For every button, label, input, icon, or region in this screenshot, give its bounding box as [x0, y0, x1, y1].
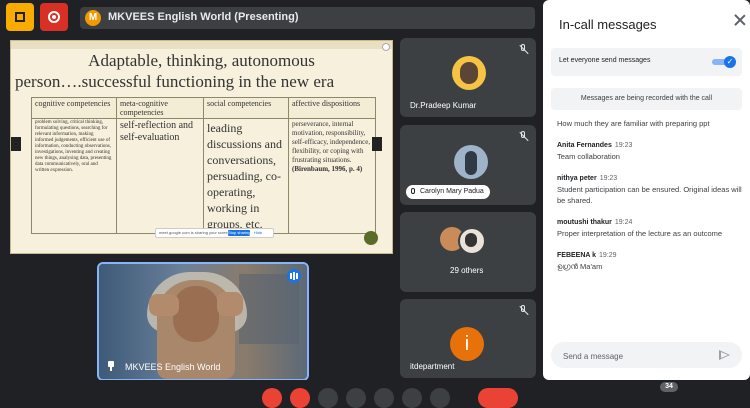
table-cell: perseverance, internal motivation, respo…	[288, 118, 376, 234]
participant-tile[interactable]: Carolyn Mary Padua	[400, 125, 536, 205]
let-everyone-label: Let everyone send messages	[559, 57, 651, 64]
message-author: FEBEENA k	[557, 252, 597, 259]
let-everyone-toggle[interactable]: ✓	[712, 56, 736, 68]
citation: (Birenbaum, 1996, p. 4)	[292, 165, 363, 173]
affective-text: perseverance, internal motivation, respo…	[292, 120, 371, 164]
message-time: 19:23	[614, 142, 633, 149]
message: Anita Fernandes 19:23 Team collaboration	[557, 142, 743, 162]
in-call-messages-panel: In-call messages Let everyone send messa…	[543, 0, 750, 380]
participant-count-badge: 34	[660, 382, 678, 392]
message: moutushi thakur 19:24 Proper interpretati…	[557, 219, 743, 239]
message: nithya peter 19:23 Student participation …	[557, 175, 743, 206]
pin-icon[interactable]	[107, 361, 115, 371]
mic-off-icon	[518, 131, 528, 143]
presenter-avatar: M	[85, 10, 101, 26]
table-header: affective dispositions	[288, 97, 376, 119]
participant-tile[interactable]: Dr.Pradeep Kumar	[400, 38, 536, 117]
send-message-box	[551, 342, 742, 370]
bottom-control-bar	[0, 380, 750, 408]
message-time: 19:29	[599, 252, 617, 259]
others-tile[interactable]: 29 others	[400, 212, 536, 292]
slide-corner-dot	[382, 43, 390, 51]
stop-sharing-button[interactable]: Stop sharing	[228, 230, 250, 236]
slide-title-line1: Adaptable, thinking, autonomous	[88, 51, 315, 70]
top-bar: M MKVEES English World (Presenting)	[0, 0, 543, 34]
slide-title-line2: person….successful functioning in the ne…	[15, 72, 335, 91]
presenter-hand-right	[217, 292, 243, 316]
present-button[interactable]	[374, 388, 394, 408]
captions-button[interactable]	[318, 388, 338, 408]
send-icon[interactable]	[719, 350, 730, 360]
presenter-name: MKVEES English World	[125, 362, 221, 372]
hide-share-bar-button[interactable]: Hide	[254, 230, 262, 235]
share-notice: meet.google.com is sharing your screen.	[159, 230, 232, 235]
presenter-video-tile[interactable]: MKVEES English World	[97, 262, 309, 381]
avatar	[452, 56, 486, 90]
slide-prev-handle[interactable]	[11, 137, 21, 151]
bookshelf	[239, 274, 299, 344]
participant-tile[interactable]: i itdepartment	[400, 299, 536, 378]
message-time: 19:23	[599, 175, 618, 182]
presenter-hand-left	[149, 294, 179, 316]
message: FEBEENA k 19:29 ഉഗ്രൻ Ma'am	[557, 252, 743, 272]
message-text: Team collaboration	[557, 152, 620, 161]
slides-icon[interactable]	[6, 3, 34, 31]
raise-hand-button[interactable]	[346, 388, 366, 408]
competency-table: cognitive competencies meta-cognitive co…	[31, 97, 376, 234]
participant-name-pill: Carolyn Mary Padua	[406, 185, 490, 199]
message-list: How much they are familiar with preparin…	[557, 116, 743, 334]
presenting-banner[interactable]: M MKVEES English World (Presenting)	[80, 7, 535, 29]
avatar	[454, 145, 488, 179]
message-text: How much they are familiar with preparin…	[557, 119, 710, 128]
check-icon: ✓	[724, 56, 736, 68]
slide-nav-button[interactable]	[364, 231, 378, 245]
reactions-button[interactable]	[430, 388, 450, 408]
table-cell: leading discussions and conversations, p…	[203, 118, 289, 234]
mic-off-icon	[518, 44, 528, 56]
mic-off-icon	[518, 305, 528, 317]
table-header: cognitive competencies	[31, 97, 117, 119]
message-input[interactable]	[561, 342, 715, 370]
participant-name: Dr.Pradeep Kumar	[410, 101, 477, 110]
avatar: i	[450, 327, 484, 361]
recording-notice: Messages are being recorded with the cal…	[551, 88, 742, 110]
message-text: ഉഗ്രൻ Ma'am	[557, 262, 603, 271]
shared-slide: Adaptable, thinking, autonomous person….…	[10, 40, 393, 254]
slide-top-strip	[11, 41, 392, 49]
record-icon[interactable]	[40, 3, 68, 31]
let-everyone-send-row: Let everyone send messages ✓	[551, 48, 742, 76]
slide-next-handle[interactable]	[372, 137, 382, 151]
table-header: meta-cognitive competencies	[116, 97, 204, 119]
camera-toggle-button[interactable]	[290, 388, 310, 408]
message-text: Proper interpretation of the lecture as …	[557, 229, 723, 238]
table-header: social competencies	[203, 97, 289, 119]
participant-name: itdepartment	[410, 362, 455, 371]
message-author: moutushi thakur	[557, 219, 612, 226]
table-cell: self-reflection and self-evaluation	[116, 118, 204, 234]
message-author: Anita Fernandes	[557, 142, 612, 149]
presenting-label: MKVEES English World (Presenting)	[108, 11, 299, 23]
message-author: nithya peter	[557, 175, 597, 182]
more-options-button[interactable]	[402, 388, 422, 408]
message-time: 19:24	[614, 219, 633, 226]
message: How much they are familiar with preparin…	[557, 118, 743, 129]
end-call-button[interactable]	[478, 388, 518, 408]
mic-toggle-button[interactable]	[262, 388, 282, 408]
avatar	[458, 227, 486, 255]
presenter-face	[173, 286, 219, 342]
message-text: Student participation can be ensured. Or…	[557, 185, 742, 205]
screen-share-bar: meet.google.com is sharing your screen. …	[155, 228, 274, 238]
speaking-indicator-icon	[287, 269, 301, 283]
table-cell: problem solving, critical thinking, form…	[31, 118, 117, 234]
others-count: 29 others	[450, 266, 484, 275]
close-icon[interactable]	[734, 14, 746, 26]
panel-title: In-call messages	[559, 17, 657, 32]
